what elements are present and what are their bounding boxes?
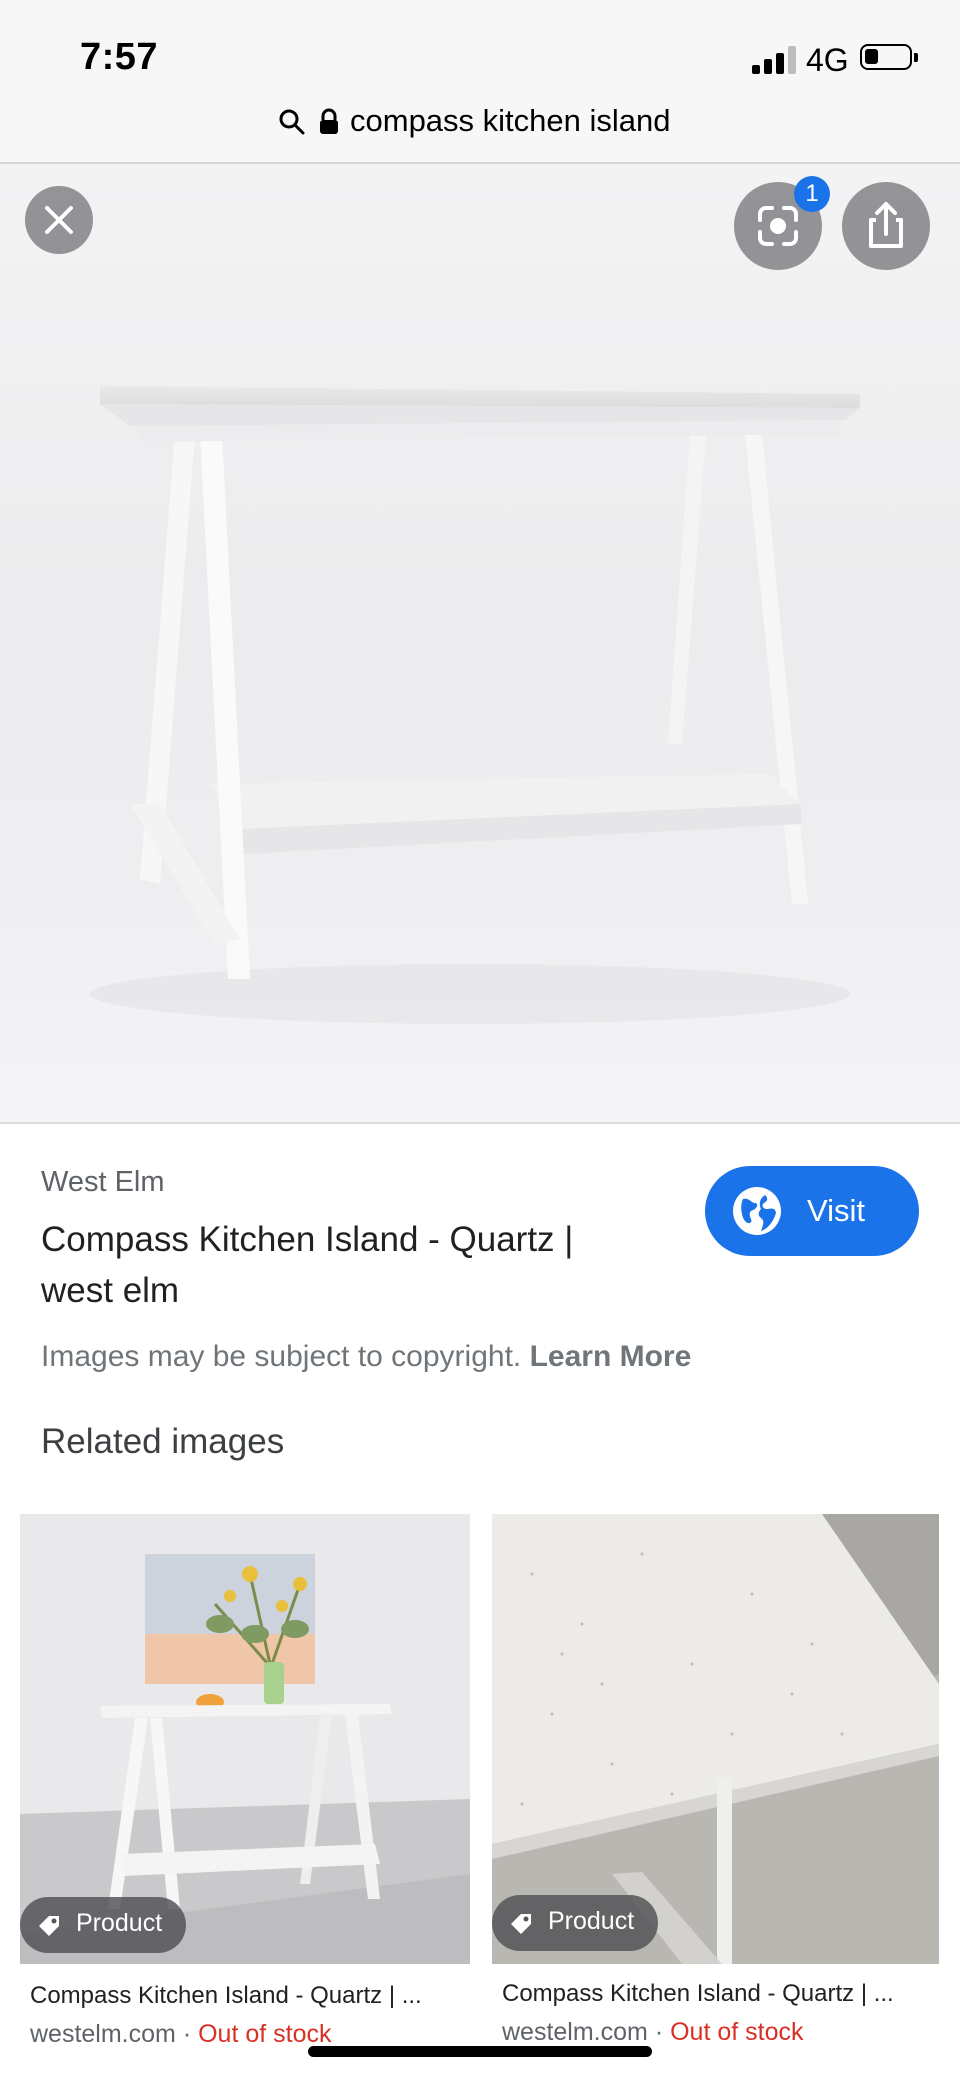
source-name[interactable]: West Elm — [41, 1166, 165, 1199]
learn-more-link[interactable]: Learn More — [530, 1340, 692, 1373]
related-site-2: westelm.com — [502, 2018, 648, 2046]
battery-icon — [860, 44, 918, 70]
share-button[interactable] — [842, 182, 930, 270]
tag-icon — [511, 1914, 531, 1934]
share-icon — [869, 202, 903, 248]
visit-label: Visit — [807, 1193, 866, 1228]
related-title-2[interactable]: Compass Kitchen Island - Quartz | ... — [502, 1980, 894, 2008]
status-time: 7:57 — [80, 36, 159, 78]
product-badge-1: Product — [20, 1897, 186, 1953]
tag-icon — [39, 1916, 59, 1936]
product-badge-2: Product — [492, 1895, 658, 1951]
stock-status-1: Out of stock — [198, 2020, 332, 2048]
related-meta-1: westelm.com · Out of stock — [30, 2020, 332, 2049]
related-site-1: westelm.com — [30, 2020, 176, 2048]
lock-icon — [320, 108, 338, 134]
related-title-1[interactable]: Compass Kitchen Island - Quartz | ... — [30, 1982, 422, 2010]
related-meta-2: westelm.com · Out of stock — [502, 2018, 804, 2047]
divider — [0, 1122, 960, 1124]
signal-icon — [752, 44, 796, 74]
home-indicator[interactable] — [308, 2046, 652, 2057]
related-images-heading: Related images — [41, 1422, 285, 1461]
globe-icon — [733, 1187, 781, 1235]
lens-count-badge: 1 — [794, 176, 830, 212]
copyright-notice: Images may be subject to copyright. Lear… — [41, 1340, 691, 1374]
product-badge-label: Product — [548, 1907, 635, 1935]
related-image-2[interactable]: Product — [492, 1514, 939, 1964]
address-bar[interactable]: compass kitchen island — [0, 96, 960, 164]
copyright-text: Images may be subject to copyright. — [41, 1340, 522, 1373]
meta-separator: · — [182, 2020, 192, 2048]
product-badge-label: Product — [76, 1909, 163, 1937]
result-title[interactable]: Compass Kitchen Island - Quartz | west e… — [41, 1214, 641, 1316]
kitchen-island-image — [90, 386, 860, 1024]
search-icon — [279, 109, 305, 135]
stock-status-2: Out of stock — [670, 2018, 804, 2046]
visit-button[interactable]: Visit — [705, 1166, 919, 1256]
image-preview[interactable] — [0, 164, 960, 1123]
url-text[interactable]: compass kitchen island — [350, 103, 671, 139]
meta-separator: · — [654, 2018, 664, 2046]
close-button[interactable] — [25, 186, 93, 254]
network-type: 4G — [806, 42, 849, 78]
related-image-1[interactable]: Product — [20, 1514, 470, 1964]
close-icon — [45, 206, 73, 234]
